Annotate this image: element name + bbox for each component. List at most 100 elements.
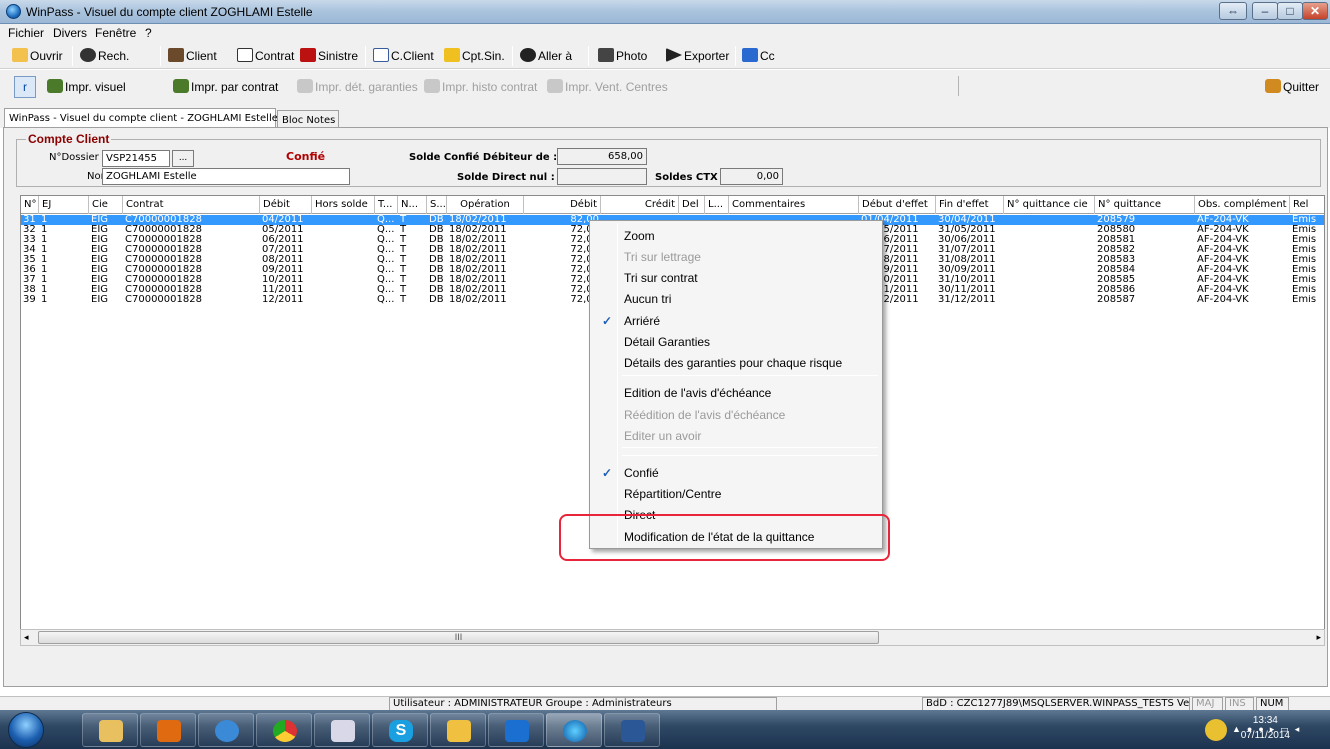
- menu-help[interactable]: ?: [145, 26, 152, 40]
- col-header-del[interactable]: Del: [679, 196, 705, 214]
- col-header-quittance-cie[interactable]: N° quittance cie: [1004, 196, 1095, 214]
- quitter-button[interactable]: Quitter: [1265, 79, 1319, 94]
- client-icon: [168, 48, 184, 62]
- start-button[interactable]: [8, 712, 44, 748]
- context-menu-item[interactable]: ✓ Arriéré: [592, 311, 880, 331]
- cell-op: 18/02/2011: [449, 215, 507, 225]
- context-menu-item[interactable]: Aucun tri: [592, 289, 880, 309]
- mail-taskbar-button[interactable]: [430, 713, 486, 747]
- context-menu-item[interactable]: Editer un avoir: [592, 426, 880, 446]
- context-menu-item[interactable]: Répartition/Centre: [592, 484, 880, 504]
- cell-s: DB: [429, 245, 444, 255]
- menu-fenetre[interactable]: Fenêtre: [95, 26, 136, 40]
- outlook-taskbar-button[interactable]: [140, 713, 196, 747]
- dossier-browse-button[interactable]: ...: [172, 150, 194, 167]
- cell-n: 32: [23, 225, 36, 235]
- col-header-obs[interactable]: Obs. complément: [1195, 196, 1290, 214]
- cell-rel: Emis: [1292, 245, 1317, 255]
- col-header-commentaires[interactable]: Commentaires: [729, 196, 859, 214]
- allera-button[interactable]: Aller à: [520, 47, 572, 65]
- client-button[interactable]: Client: [168, 47, 217, 65]
- tab-visuel-compte[interactable]: WinPass - Visuel du compte client - ZOGH…: [4, 108, 278, 128]
- sinistre-button[interactable]: Sinistre: [300, 47, 358, 65]
- impr-vent-centres-button[interactable]: Impr. Vent. Centres: [547, 79, 668, 94]
- scroll-thumb[interactable]: III: [38, 631, 879, 644]
- col-header-cie[interactable]: Cie: [89, 196, 123, 214]
- col-header-contrat[interactable]: Contrat: [123, 196, 260, 214]
- col-header-operation[interactable]: Opération: [447, 196, 524, 214]
- r-toggle-button[interactable]: r: [14, 76, 36, 98]
- chrome-taskbar-button[interactable]: [256, 713, 312, 747]
- col-header-no[interactable]: N°: [21, 196, 39, 214]
- col-header-t[interactable]: T...: [375, 196, 398, 214]
- scroll-left-icon[interactable]: ◂: [24, 632, 29, 643]
- col-header-rel[interactable]: Rel: [1290, 196, 1324, 214]
- context-menu-item[interactable]: Tri sur contrat: [592, 268, 880, 288]
- clock[interactable]: 13:34 07/11/2014: [1241, 713, 1290, 743]
- cell-obs: AF-204-VK: [1197, 275, 1249, 285]
- menu-divers[interactable]: Divers: [53, 26, 87, 40]
- col-header-n[interactable]: N...: [398, 196, 427, 214]
- photo-button[interactable]: Photo: [598, 47, 647, 65]
- context-menu-item[interactable]: Zoom: [592, 226, 880, 246]
- col-header-debit-periode[interactable]: Débit: [260, 196, 312, 214]
- cell-rel: Emis: [1292, 285, 1317, 295]
- skype-icon: S: [389, 720, 413, 742]
- explorer-taskbar-button[interactable]: [82, 713, 138, 747]
- tab-strip: WinPass - Visuel du compte client - ZOGH…: [0, 106, 1330, 128]
- col-header-hors-solde[interactable]: Hors solde: [312, 196, 375, 214]
- ouvrir-button[interactable]: Ouvrir: [12, 47, 63, 65]
- context-menu-item[interactable]: Tri sur lettrage: [592, 247, 880, 267]
- paint-taskbar-button[interactable]: [314, 713, 370, 747]
- rech-button[interactable]: Rech.: [80, 47, 129, 65]
- impr-det-garanties-button[interactable]: Impr. dét. garanties: [297, 79, 418, 94]
- cell-s: DB: [429, 275, 444, 285]
- context-menu-label: Tri sur lettrage: [624, 250, 701, 264]
- col-header-fin-effet[interactable]: Fin d'effet: [936, 196, 1004, 214]
- cell-debit: 08/2011: [262, 255, 304, 265]
- restore-icon[interactable]: ⇔: [1219, 2, 1247, 20]
- notification-icon[interactable]: [1205, 719, 1227, 741]
- exporter-button[interactable]: Exporter: [666, 47, 729, 65]
- col-header-l[interactable]: L...: [705, 196, 729, 214]
- dossier-field[interactable]: VSP21455: [102, 150, 170, 167]
- menu-fichier[interactable]: Fichier: [8, 26, 44, 40]
- context-menu-item[interactable]: Détail Garanties: [592, 332, 880, 352]
- horizontal-scrollbar[interactable]: ◂ III ▸: [20, 629, 1325, 646]
- tab-bloc-notes[interactable]: Bloc Notes: [277, 110, 339, 128]
- impr-visuel-button[interactable]: Impr. visuel: [47, 79, 126, 94]
- col-header-s[interactable]: S...: [427, 196, 447, 214]
- skype-taskbar-button[interactable]: S: [372, 713, 428, 747]
- cclient-button[interactable]: C.Client: [373, 47, 434, 65]
- compte-client-legend: Compte Client: [26, 132, 112, 146]
- context-menu-item[interactable]: ✓ Confié: [592, 463, 880, 483]
- teamviewer-icon: [505, 720, 529, 742]
- col-header-debut-effet[interactable]: Début d'effet: [859, 196, 936, 214]
- minimize-button[interactable]: –: [1252, 2, 1278, 20]
- scroll-right-icon[interactable]: ▸: [1316, 632, 1321, 643]
- impr-histo-contrat-button[interactable]: Impr. histo contrat: [424, 79, 537, 94]
- word-taskbar-button[interactable]: [604, 713, 660, 747]
- context-menu-item[interactable]: Edition de l'avis d'échéance: [592, 383, 880, 403]
- teamviewer-taskbar-button[interactable]: [488, 713, 544, 747]
- contrat-button[interactable]: Contrat: [237, 47, 294, 65]
- col-header-quittance[interactable]: N° quittance: [1095, 196, 1195, 214]
- impr-contrat-button[interactable]: Impr. par contrat: [173, 79, 278, 94]
- cell-ej: 1: [41, 275, 48, 285]
- maximize-button[interactable]: □: [1277, 2, 1303, 20]
- cell-debit: 04/2011: [262, 215, 304, 225]
- menu-separator: [622, 375, 878, 376]
- col-header-ej[interactable]: EJ: [39, 196, 89, 214]
- close-button[interactable]: ✕: [1302, 2, 1328, 20]
- ie-taskbar-button[interactable]: [198, 713, 254, 747]
- cell-n: 34: [23, 245, 36, 255]
- col-header-debit[interactable]: Débit: [524, 196, 601, 214]
- context-menu-item[interactable]: Réédition de l'avis d'échéance: [592, 405, 880, 425]
- winpass-taskbar-button[interactable]: [546, 713, 602, 747]
- nom-field[interactable]: ZOGHLAMI Estelle: [102, 168, 350, 185]
- cc-button[interactable]: Cc: [742, 47, 775, 65]
- cell-op: 18/02/2011: [449, 245, 507, 255]
- cptsin-button[interactable]: Cpt.Sin.: [444, 47, 505, 65]
- context-menu-item[interactable]: Détails des garanties pour chaque risque: [592, 353, 880, 373]
- col-header-credit[interactable]: Crédit: [601, 196, 679, 214]
